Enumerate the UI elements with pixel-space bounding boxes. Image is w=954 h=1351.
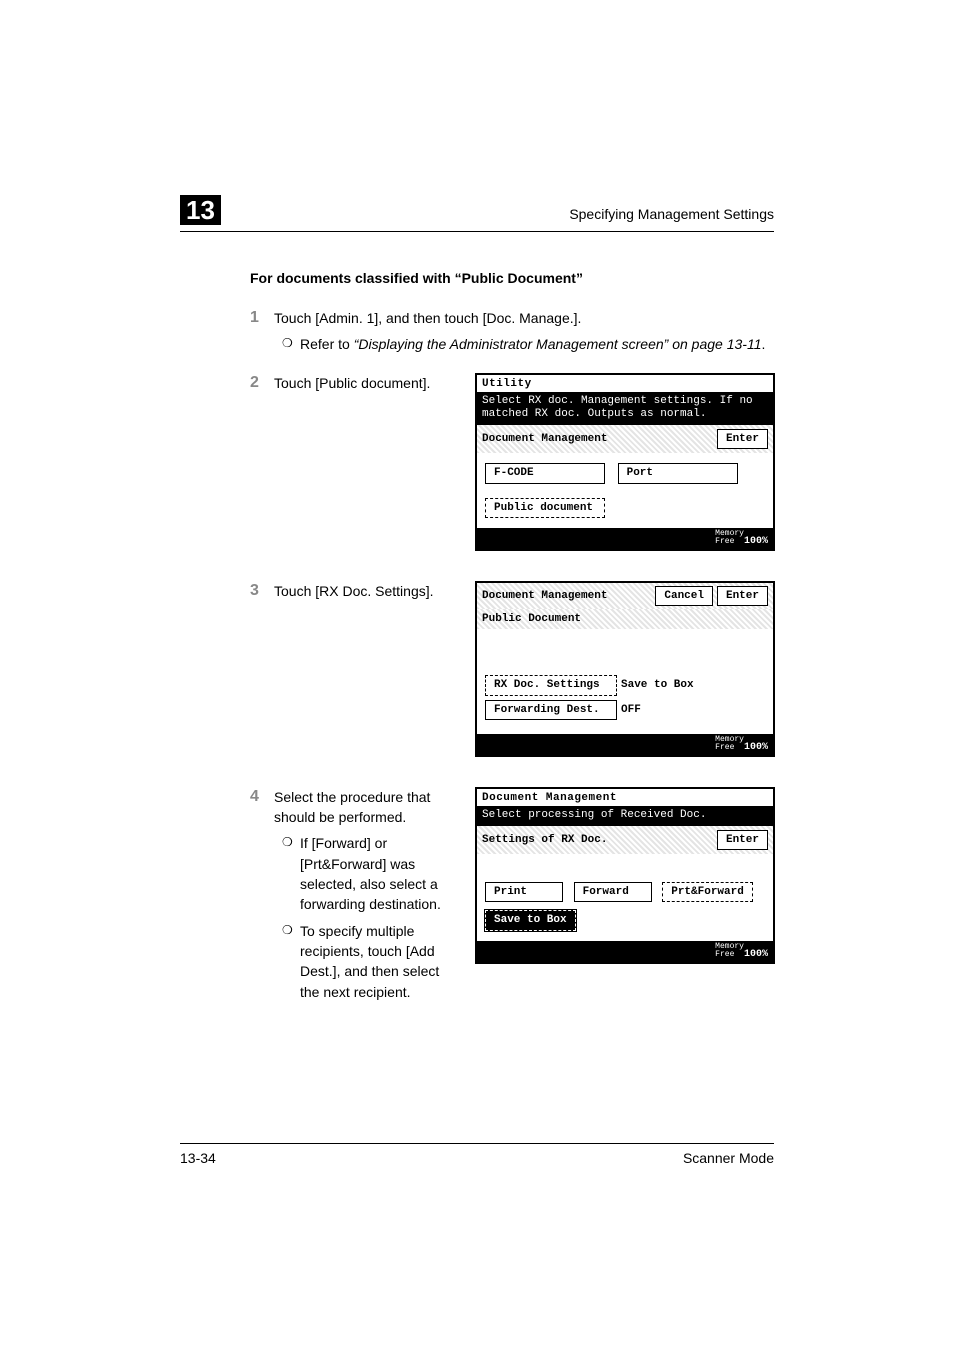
screen-title: Utility bbox=[477, 375, 773, 392]
screen-title: Document Management bbox=[477, 789, 773, 806]
enter-button[interactable]: Enter bbox=[717, 429, 768, 449]
page-number: 13-34 bbox=[180, 1150, 216, 1166]
step-number: 4 bbox=[250, 787, 274, 806]
fcode-button[interactable]: F-CODE bbox=[485, 463, 605, 483]
step-number: 3 bbox=[250, 581, 274, 600]
step-text: Touch [Admin. 1], and then touch [Doc. M… bbox=[274, 308, 774, 328]
save-to-box-button[interactable]: Save to Box bbox=[485, 910, 576, 930]
forward-button[interactable]: Forward bbox=[574, 882, 652, 902]
cancel-button[interactable]: Cancel bbox=[655, 586, 713, 606]
forwarding-dest-button[interactable]: Forwarding Dest. bbox=[485, 700, 617, 720]
port-button[interactable]: Port bbox=[618, 463, 738, 483]
step-subtext: To specify multiple recipients, touch [A… bbox=[300, 921, 457, 1002]
memory-footer: MemoryFree100% bbox=[477, 734, 773, 755]
step-4-row: 4 Select the procedure that should be pe… bbox=[250, 787, 774, 1002]
enter-button[interactable]: Enter bbox=[717, 586, 768, 606]
screen-title: Document Management bbox=[482, 590, 607, 602]
section-title: For documents classified with “Public Do… bbox=[250, 270, 774, 286]
step-text: Touch [RX Doc. Settings]. bbox=[274, 581, 457, 601]
rx-doc-settings-button[interactable]: RX Doc. Settings bbox=[485, 675, 617, 695]
footer-mode: Scanner Mode bbox=[216, 1150, 774, 1166]
forwarding-dest-value: OFF bbox=[617, 704, 641, 716]
step-subtext: If [Forward] or [Prt&Forward] was select… bbox=[300, 833, 457, 914]
subheading: Public Document bbox=[482, 613, 768, 625]
chapter-number: 13 bbox=[180, 195, 221, 225]
memory-footer: MemoryFree100% bbox=[477, 941, 773, 962]
step-text: Touch [Public document]. bbox=[274, 373, 457, 393]
public-document-button[interactable]: Public document bbox=[485, 498, 605, 518]
step-1: 1 Touch [Admin. 1], and then touch [Doc.… bbox=[250, 308, 774, 355]
running-head: 13 Specifying Management Settings bbox=[180, 195, 774, 232]
screen-rx-settings: Document Management Select processing of… bbox=[475, 787, 775, 964]
screen-message: Select processing of Received Doc. bbox=[477, 806, 773, 826]
prt-forward-button[interactable]: Prt&Forward bbox=[662, 882, 753, 902]
band-label: Settings of RX Doc. bbox=[482, 834, 717, 846]
page-footer: 13-34 Scanner Mode bbox=[180, 1143, 774, 1166]
memory-footer: MemoryFree100% bbox=[477, 528, 773, 549]
step-3-row: 3 Touch [RX Doc. Settings]. Document Man… bbox=[250, 581, 774, 757]
rx-doc-value: Save to Box bbox=[617, 679, 694, 691]
step-number: 2 bbox=[250, 373, 274, 392]
step-2-row: 2 Touch [Public document]. Utility Selec… bbox=[250, 373, 774, 551]
step-number: 1 bbox=[250, 308, 274, 327]
screen-doc-management: Document Management Cancel Enter Public … bbox=[475, 581, 775, 757]
screen-message: Select RX doc. Management settings. If n… bbox=[477, 392, 773, 426]
step-text: Select the procedure that should be perf… bbox=[274, 787, 457, 828]
section-name: Specifying Management Settings bbox=[223, 206, 774, 222]
screen-utility: Utility Select RX doc. Management settin… bbox=[475, 373, 775, 551]
print-button[interactable]: Print bbox=[485, 882, 563, 902]
band-label: Document Management bbox=[482, 433, 717, 445]
bullet-icon: ❍ bbox=[282, 921, 300, 939]
bullet-icon: ❍ bbox=[282, 334, 300, 352]
step-subtext: Refer to “Displaying the Administrator M… bbox=[300, 334, 774, 354]
bullet-icon: ❍ bbox=[282, 833, 300, 851]
enter-button[interactable]: Enter bbox=[717, 830, 768, 850]
